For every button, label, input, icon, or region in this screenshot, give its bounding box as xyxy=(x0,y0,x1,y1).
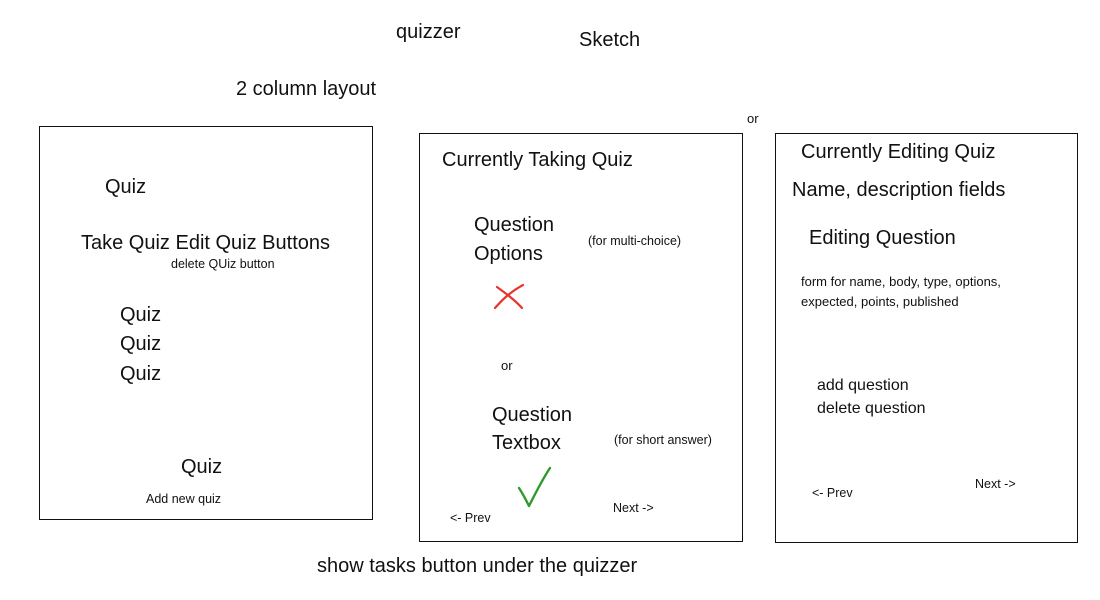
delete-question-label: delete question xyxy=(817,400,926,417)
add-new-quiz-label: Add new quiz xyxy=(146,492,222,506)
app-name: quizzer xyxy=(396,21,461,43)
take-edit-buttons-label: Take Quiz Edit Quiz Buttons xyxy=(81,232,331,254)
layout-note: 2 column layout xyxy=(236,78,377,100)
quiz-list-item: Quiz xyxy=(120,333,162,355)
panel-taking-quiz: Currently Taking Quiz Question Options (… xyxy=(419,133,743,542)
editing-question-label: Editing Question xyxy=(809,227,956,249)
add-question-label: add question xyxy=(817,377,909,394)
sketch-label: Sketch xyxy=(579,29,641,51)
short-answer-note: (for short answer) xyxy=(614,433,712,447)
edit-next-button-label: Next -> xyxy=(975,477,1016,491)
options-label: Options xyxy=(474,243,543,265)
panel-editing-quiz: Currently Editing Quiz Name, description… xyxy=(775,133,1078,543)
edit-prev-button-label: <- Prev xyxy=(812,486,853,500)
delete-quiz-button-label: delete QUiz button xyxy=(171,257,275,271)
multi-choice-note: (for multi-choice) xyxy=(588,234,682,248)
question-form-line-2: expected, points, published xyxy=(801,294,959,309)
quiz-footer-label: Quiz xyxy=(181,456,223,478)
prev-button-label: <- Prev xyxy=(450,511,491,525)
next-button-label: Next -> xyxy=(613,501,654,515)
footer-note: show tasks button under the quizzer xyxy=(317,555,638,577)
textbox-label: Textbox xyxy=(492,432,561,454)
quiz-list-item: Quiz xyxy=(120,304,162,326)
or-between-panels: or xyxy=(747,111,759,126)
taking-quiz-title: Currently Taking Quiz xyxy=(442,149,633,171)
quiz-list-title: Quiz xyxy=(105,176,147,198)
editing-quiz-title: Currently Editing Quiz xyxy=(801,141,996,163)
green-checkmark-icon xyxy=(517,466,552,508)
red-x-icon xyxy=(493,283,525,310)
panel-quiz-list: Quiz Take Quiz Edit Quiz Buttons delete … xyxy=(39,126,373,520)
name-description-fields-label: Name, description fields xyxy=(792,179,1006,201)
question-label: Question xyxy=(474,214,555,236)
or-label: or xyxy=(501,358,513,373)
question-form-line-1: form for name, body, type, options, xyxy=(801,274,1001,289)
quiz-list-item: Quiz xyxy=(120,363,162,385)
question-label-2: Question xyxy=(492,404,573,426)
